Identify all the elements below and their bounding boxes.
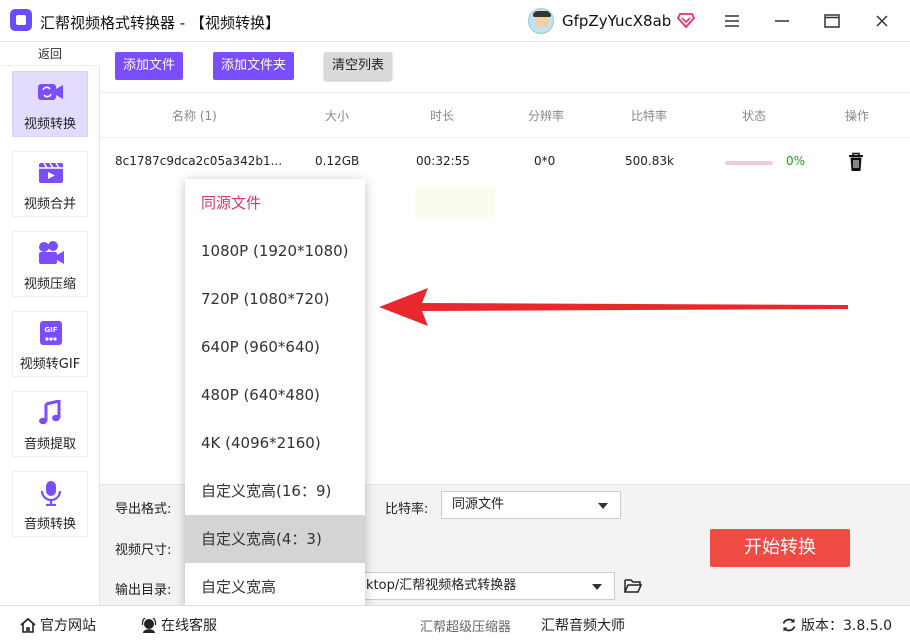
column-header-bitrate[interactable]: 比特率 [631, 107, 667, 124]
video-convert-icon [38, 84, 63, 100]
compressor-link[interactable]: 汇帮超级压缩器 [420, 616, 511, 635]
sidebar-item-label: 视频压缩 [23, 277, 76, 292]
refresh-icon [782, 618, 796, 632]
file-duration: 00:32:55 [416, 154, 470, 168]
start-convert-button[interactable]: 开始转换 [710, 529, 850, 567]
sidebar-item-audio-extract[interactable]: 音频提取 [12, 391, 88, 457]
official-website-label: 官方网站 [40, 618, 96, 634]
file-resolution: 0*0 [534, 154, 556, 168]
video-merge-icon [39, 162, 63, 183]
video-compress-icon [39, 241, 64, 264]
folder-open-icon[interactable] [624, 578, 642, 594]
official-website-link[interactable]: 官方网站 [20, 615, 96, 635]
sidebar-item-video-merge[interactable]: 视频合并 [12, 151, 88, 217]
menu-icon[interactable] [721, 10, 743, 32]
file-bitrate: 500.83k [625, 154, 674, 168]
window-title: 汇帮视频格式转换器 - 【视频转换】 [40, 14, 280, 32]
column-header-resolution[interactable]: 分辨率 [528, 107, 564, 124]
resolution-option-4k[interactable]: 4K (4096*2160) [185, 419, 365, 467]
table-header: 名称 (1) 大小 时长 分辨率 比特率 状态 操作 [100, 92, 910, 138]
sidebar-item-label: 视频转换 [23, 117, 76, 132]
online-support-label: 在线客服 [161, 618, 217, 634]
sidebar-item-video-compress[interactable]: 视频压缩 [12, 231, 88, 297]
online-support-link[interactable]: 在线客服 [141, 615, 217, 635]
output-dir-value: ktop/汇帮视频格式转换器 [366, 578, 517, 593]
column-header-size[interactable]: 大小 [325, 107, 349, 124]
clear-list-button[interactable]: 清空列表 [324, 52, 393, 80]
sidebar-item-label: 音频转换 [23, 517, 76, 532]
chevron-down-icon [592, 584, 602, 590]
output-dir-label: 输出目录: [115, 583, 172, 598]
resolution-option-custom[interactable]: 自定义宽高 [185, 563, 365, 611]
sidebar-item-label: 音频提取 [23, 437, 76, 452]
sidebar-item-video-convert[interactable]: 视频转换 [12, 71, 88, 137]
file-name: 8c1787c9dca2c05a342b1... [115, 154, 283, 168]
column-header-actions: 操作 [845, 109, 870, 123]
sidebar-item-video-to-gif[interactable]: GIF 视频转GIF [12, 311, 88, 377]
minimize-icon[interactable] [771, 10, 793, 32]
close-icon[interactable] [871, 10, 893, 32]
column-header-duration[interactable]: 时长 [430, 107, 454, 124]
resolution-option-640p[interactable]: 640P (960*640) [185, 323, 365, 371]
customer-service-icon [141, 618, 157, 633]
resolution-option-source[interactable]: 同源文件 [185, 179, 365, 227]
username[interactable]: GfpZyYucX8ab [562, 12, 671, 30]
bitrate-label: 比特率: [385, 502, 429, 517]
music-note-icon [39, 400, 61, 425]
sidebar: 返回 视频转换 视频合并 视频压缩 GIF 视频转GIF 音频提取 音频转换 [0, 42, 100, 605]
resolution-option-custom-16-9[interactable]: 自定义宽高(16：9) [185, 467, 365, 515]
svg-text:GIF: GIF [44, 326, 57, 334]
progress-bar [725, 161, 773, 165]
resolution-option-custom-4-3[interactable]: 自定义宽高(4：3) [185, 515, 365, 563]
version-label: 版本：3.8.5.0 [801, 618, 892, 634]
resolution-dropdown: 同源文件 1080P (1920*1080) 720P (1080*720) 6… [185, 179, 365, 607]
trash-icon[interactable] [847, 152, 865, 172]
user-avatar[interactable] [528, 8, 554, 34]
progress-percent: 0% [786, 154, 806, 168]
home-icon [20, 618, 36, 633]
sidebar-item-label: 视频转GIF [19, 357, 81, 372]
maximize-icon[interactable] [821, 10, 843, 32]
vip-diamond-icon[interactable] [677, 11, 695, 29]
add-file-button[interactable]: 添加文件 [115, 52, 184, 80]
chevron-down-icon [598, 503, 608, 509]
microphone-icon [40, 481, 62, 506]
sidebar-item-audio-convert[interactable]: 音频转换 [12, 471, 88, 537]
output-dir-select[interactable]: ktop/汇帮视频格式转换器 [345, 572, 615, 600]
bitrate-select[interactable]: 同源文件 [441, 491, 621, 519]
footer: 官方网站 在线客服 汇帮超级压缩器 汇帮音频大师 版本：3.8.5.0 [0, 605, 910, 640]
resolution-option-480p[interactable]: 480P (640*480) [185, 371, 365, 419]
column-header-status: 状态 [742, 109, 767, 123]
back-button[interactable]: 返回 [0, 42, 100, 66]
title-bar: 汇帮视频格式转换器 - 【视频转换】 GfpZyYucX8ab [0, 0, 910, 42]
video-size-label: 视频尺寸: [115, 543, 172, 558]
bitrate-select-value: 同源文件 [452, 497, 505, 512]
file-size: 0.12GB [315, 154, 360, 168]
gif-icon: GIF [40, 321, 62, 345]
app-logo-icon [10, 9, 32, 31]
audio-master-link[interactable]: 汇帮音频大师 [541, 615, 625, 635]
column-header-name[interactable]: 名称 (1) [172, 107, 217, 124]
add-folder-button[interactable]: 添加文件夹 [213, 52, 295, 80]
export-format-label: 导出格式: [115, 502, 172, 517]
resolution-option-720p[interactable]: 720P (1080*720) [185, 275, 365, 323]
resolution-option-1080p[interactable]: 1080P (1920*1080) [185, 227, 365, 275]
sidebar-item-label: 视频合并 [23, 197, 76, 212]
version-info[interactable]: 版本：3.8.5.0 [781, 615, 892, 635]
annotation-arrow-icon [379, 288, 848, 326]
row-hover-highlight [415, 187, 495, 217]
